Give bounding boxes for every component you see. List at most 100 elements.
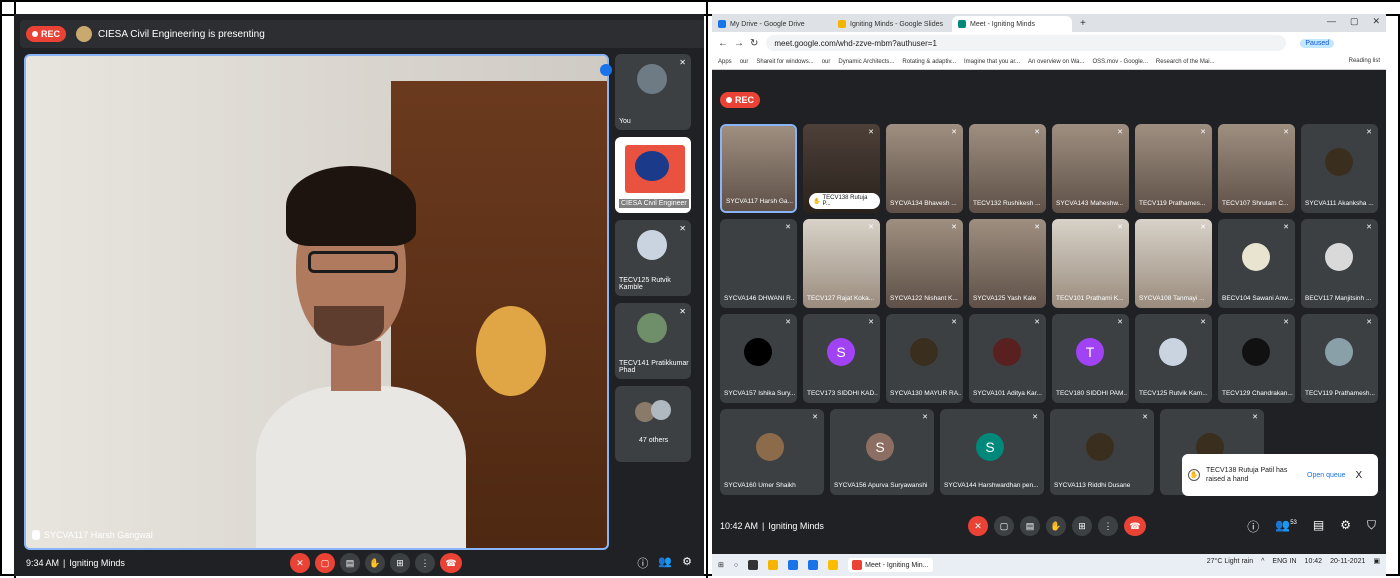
bookmark-item[interactable]: Rotating & adaptiv... bbox=[902, 59, 956, 65]
camera-toggle-button[interactable]: ▢ bbox=[315, 553, 335, 573]
participant-tile[interactable]: ✕ BECV117 Manjitsinh ... bbox=[1301, 219, 1378, 308]
reading-list-button[interactable]: Reading list bbox=[1349, 58, 1380, 64]
main-speaker-video[interactable]: SYCVA117 Harsh Gangwal bbox=[24, 54, 609, 550]
activities-icon[interactable]: ⚙ bbox=[682, 555, 692, 571]
side-tile-presentation[interactable]: CIESA Civil Engineer bbox=[615, 137, 691, 213]
maximize-icon[interactable]: ▢ bbox=[1350, 16, 1359, 27]
participant-tile[interactable]: ✕ SYCVA146 DHWANI R... bbox=[720, 219, 797, 308]
bookmark-item[interactable]: Shareit for windows... bbox=[756, 59, 813, 65]
participant-tile[interactable]: ✕ TECV132 Rushikesh ... bbox=[969, 124, 1046, 213]
participant-tile[interactable]: ✕ BECV104 Sawani Anw... bbox=[1218, 219, 1295, 308]
participant-tile[interactable]: ✕ SYCVA125 Yash Kale bbox=[969, 219, 1046, 308]
task-view-icon[interactable] bbox=[748, 560, 759, 570]
more-options-button[interactable]: ⋮ bbox=[1098, 516, 1118, 536]
participant-tile[interactable]: ✕ TECV119 Prathamesh... bbox=[1301, 314, 1378, 403]
mic-toggle-button[interactable]: ✕ bbox=[968, 516, 988, 536]
participant-tile[interactable]: SYCVA117 Harsh Ga... bbox=[720, 124, 797, 213]
minimize-icon[interactable]: — bbox=[1327, 16, 1336, 27]
rec-badge: REC bbox=[26, 26, 67, 42]
forward-icon[interactable]: → bbox=[734, 38, 744, 49]
participant-tile[interactable]: ✕ TECV129 Chandrakan... bbox=[1218, 314, 1295, 403]
file-explorer-icon[interactable] bbox=[768, 560, 779, 570]
side-tile-participant[interactable]: ✕ TECV141 Pratikkumar Phad bbox=[615, 303, 691, 379]
chat-icon[interactable]: ▤ bbox=[1313, 518, 1324, 535]
bookmark-item[interactable]: Apps bbox=[718, 59, 732, 65]
participant-tile[interactable]: ✕ SYCVA111 Akanksha ... bbox=[1301, 124, 1378, 213]
captions-button[interactable]: ▤ bbox=[1020, 516, 1040, 536]
camera-toggle-button[interactable]: ▢ bbox=[994, 516, 1014, 536]
bookmark-item[interactable]: our bbox=[740, 59, 749, 65]
new-tab-button[interactable]: + bbox=[1072, 15, 1094, 32]
participant-tile[interactable]: ✕ SYCVA130 MAYUR RA... bbox=[886, 314, 963, 403]
avatar bbox=[756, 433, 784, 461]
bookmark-item[interactable]: Dynamic Architects... bbox=[838, 59, 894, 65]
participant-tile[interactable]: ✕ SYCVA134 Bhavesh ... bbox=[886, 124, 963, 213]
taskbar-app-meet[interactable]: Meet - Igniting Min... bbox=[848, 558, 933, 572]
people-icon[interactable]: 👥 bbox=[658, 555, 672, 571]
leave-call-button[interactable]: ☎ bbox=[440, 553, 462, 573]
participant-tile[interactable]: ✕ SYCVA157 Ishika Sury... bbox=[720, 314, 797, 403]
back-icon[interactable]: ← bbox=[718, 38, 728, 49]
profile-paused-badge[interactable]: Paused bbox=[1300, 38, 1335, 48]
raise-hand-button[interactable]: ✋ bbox=[365, 553, 385, 573]
tab-label: Igniting Minds - Google Slides bbox=[850, 20, 943, 28]
close-toast-button[interactable]: X bbox=[1356, 470, 1363, 481]
participant-tile[interactable]: ✕ TECV125 Rutvik Kam... bbox=[1135, 314, 1212, 403]
reload-icon[interactable]: ↻ bbox=[750, 38, 758, 49]
leave-call-button[interactable]: ☎ bbox=[1124, 516, 1146, 536]
search-icon[interactable]: ○ bbox=[734, 562, 738, 569]
bookmark-item[interactable]: our bbox=[822, 59, 831, 65]
tab-drive[interactable]: My Drive - Google Drive bbox=[712, 16, 832, 32]
side-tile-you[interactable]: ✕ You bbox=[615, 54, 691, 130]
bookmark-item[interactable]: An overview on Wa... bbox=[1028, 59, 1084, 65]
present-button[interactable]: ⊞ bbox=[1072, 516, 1092, 536]
notifications-icon[interactable]: ▣ bbox=[1373, 557, 1380, 565]
weather-text[interactable]: 27°C Light rain bbox=[1207, 558, 1253, 565]
participant-tile[interactable]: ✕ SYCVA160 Umer Shaikh bbox=[720, 409, 824, 495]
more-options-button[interactable]: ⋮ bbox=[415, 553, 435, 573]
speaker-hair bbox=[286, 166, 416, 246]
side-tile-others[interactable]: 47 others bbox=[615, 386, 691, 462]
mail-icon[interactable] bbox=[808, 560, 819, 570]
participant-tile[interactable]: ✕ ✋ TECV138 Rutuja P... bbox=[803, 124, 880, 213]
captions-button[interactable]: ▤ bbox=[340, 553, 360, 573]
participant-tile[interactable]: ✕ SYCVA122 Nishant K... bbox=[886, 219, 963, 308]
participant-tile[interactable]: ✕ TECV127 Rajat Koka... bbox=[803, 219, 880, 308]
open-queue-button[interactable]: Open queue bbox=[1307, 472, 1346, 479]
info-icon[interactable]: ⓘ bbox=[1247, 518, 1259, 535]
participant-tile[interactable]: ✕ TECV107 Shrutam C... bbox=[1218, 124, 1295, 213]
participant-tile[interactable]: ✕ SYCVA113 Riddhi Dusane bbox=[1050, 409, 1154, 495]
present-button[interactable]: ⊞ bbox=[390, 553, 410, 573]
tab-meet[interactable]: Meet - Igniting Minds bbox=[952, 16, 1072, 32]
raise-hand-button[interactable]: ✋ bbox=[1046, 516, 1066, 536]
participant-tile[interactable]: S ✕ TECV173 SIDDHI KAD... bbox=[803, 314, 880, 403]
meeting-time: 9:34 AM bbox=[26, 558, 60, 568]
participant-tile[interactable]: T ✕ TECV180 SIDDHI PAM... bbox=[1052, 314, 1129, 403]
participant-tile[interactable]: S ✕ SYCVA144 Harshwardhan pen... bbox=[940, 409, 1044, 495]
participant-tile[interactable]: ✕ SYCVA101 Aditya Kar... bbox=[969, 314, 1046, 403]
participant-tile[interactable]: ✕ TECV119 Prathames... bbox=[1135, 124, 1212, 213]
clock-date[interactable]: 20-11-2021 bbox=[1330, 558, 1365, 565]
participant-tile[interactable]: ✕ SYCVA108 Tanmayi ... bbox=[1135, 219, 1212, 308]
info-icon[interactable]: ⓘ bbox=[637, 555, 648, 571]
people-icon[interactable]: 👥53 bbox=[1275, 518, 1297, 535]
mic-toggle-button[interactable]: ✕ bbox=[290, 553, 310, 573]
windows-start-icon[interactable]: ⊞ bbox=[718, 561, 724, 569]
chrome-icon[interactable] bbox=[828, 560, 839, 570]
url-input[interactable]: meet.google.com/whd-zzve-mbm?authuser=1 bbox=[766, 35, 1287, 51]
activities-icon[interactable]: ⚙ bbox=[1340, 518, 1351, 535]
bookmark-item[interactable]: Imagine that you ar... bbox=[964, 59, 1020, 65]
clock-time[interactable]: 10:42 bbox=[1305, 558, 1323, 565]
bookmark-item[interactable]: Research of the Mai... bbox=[1156, 59, 1215, 65]
participant-tile[interactable]: S ✕ SYCVA156 Apurva Suryawanshi bbox=[830, 409, 934, 495]
store-icon[interactable] bbox=[788, 560, 799, 570]
language-indicator[interactable]: ENG IN bbox=[1272, 558, 1296, 565]
tray-chevron-icon[interactable]: ^ bbox=[1261, 558, 1264, 565]
participant-tile[interactable]: ✕ TECV101 Prathami K... bbox=[1052, 219, 1129, 308]
tab-slides[interactable]: Igniting Minds - Google Slides bbox=[832, 16, 952, 32]
host-controls-icon[interactable]: ⛉ bbox=[1367, 518, 1376, 535]
participant-tile[interactable]: ✕ SYCVA143 Maheshw... bbox=[1052, 124, 1129, 213]
bookmark-item[interactable]: OSS.mov - Google... bbox=[1093, 59, 1148, 65]
side-tile-participant[interactable]: ✕ TECV125 Rutvik Kamble bbox=[615, 220, 691, 296]
close-icon[interactable]: ✕ bbox=[1372, 16, 1380, 27]
